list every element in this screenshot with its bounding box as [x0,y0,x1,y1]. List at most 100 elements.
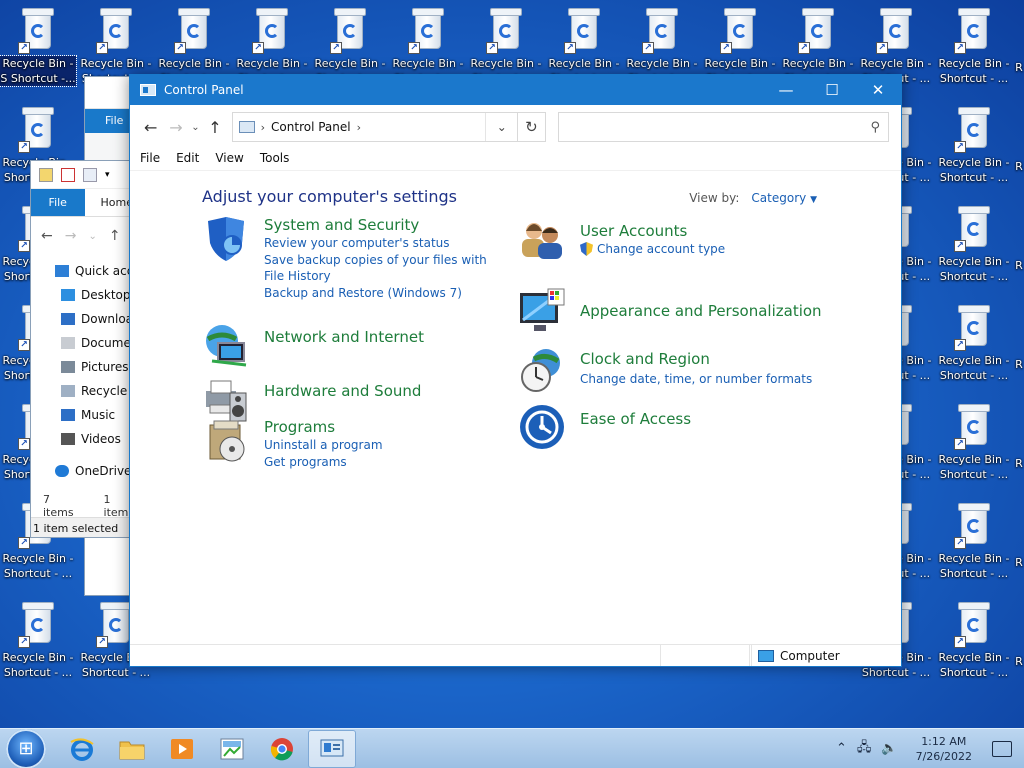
forward-button[interactable]: → [163,114,188,140]
recycle-bin-shortcut[interactable]: ↗ Recycle Bin -Shortcut - ... [0,594,76,690]
refresh-icon[interactable]: ↻ [518,112,546,142]
back-arrow-icon[interactable]: ← [41,228,53,244]
view-by-dropdown[interactable]: Category ▼ [751,191,817,205]
action-center-icon[interactable] [992,740,1012,757]
recycle-bin-shortcut[interactable]: ↗ Recycle Bin -Shortcut - ... [936,0,1012,96]
volume-icon[interactable]: 🔈 [881,741,897,756]
clock[interactable]: 1:12 AM 7/26/2022 [916,734,972,764]
ease-of-access-icon[interactable] [518,403,566,451]
category-title[interactable]: System and Security [264,215,494,235]
breadcrumb-chevron-icon[interactable]: › [357,121,361,134]
recent-dropdown-icon[interactable]: ⌄ [88,231,96,242]
internet-explorer-icon[interactable] [58,730,106,768]
nav-pane-item[interactable]: Music [31,403,133,427]
explorer-file-tab[interactable]: File [31,189,85,216]
uac-shield-icon [580,242,593,256]
recycle-bin-shortcut[interactable]: ↗ Recycle Bin -S Shortcut -... [0,0,77,96]
printer-speaker-icon[interactable] [202,375,250,423]
forward-arrow-icon[interactable]: → [65,228,77,244]
user-accounts-icon[interactable] [518,215,566,263]
explorer-back-file-tab[interactable]: File [85,109,131,133]
menu-view[interactable]: View [215,149,251,170]
change-account-type-link[interactable]: Change account type [597,241,725,257]
recycle-bin-icon: ↗ [564,8,602,54]
category-title[interactable]: Hardware and Sound [264,381,421,401]
new-folder-icon[interactable] [83,167,97,182]
recycle-bin-shortcut[interactable]: ↗ Recycle Bin -Shortcut - ... [936,99,1012,195]
nav-pane-item[interactable]: Downloads [31,307,133,331]
desktop-icon-truncated[interactable]: R [1014,594,1024,690]
minimize-icon[interactable]: — [763,75,809,105]
recent-locations-button[interactable]: ⌄ [189,114,203,140]
start-button[interactable] [6,728,46,768]
nav-pane-item[interactable]: Videos [31,427,133,451]
desktop-icon-label: Recycle Bin -Shortcut - ... [938,57,1010,85]
recycle-bin-shortcut[interactable]: ↗ Recycle Bin -Shortcut - ... [936,198,1012,294]
paint-icon[interactable] [208,730,256,768]
navigation-pane: Quick access Desktop Downloads Documents Pic… [31,255,133,483]
nav-pane-item[interactable]: Recycle Bin [31,379,133,403]
menu-file[interactable]: File [140,149,168,170]
close-icon[interactable]: ✕ [855,75,901,105]
backup-restore-link[interactable]: Backup and Restore (Windows 7) [264,285,494,301]
category-clock-and-region: Clock and Region Change date, time, or n… [518,347,812,395]
media-player-icon[interactable] [158,730,206,768]
recycle-bin-shortcut[interactable]: ↗ Recycle Bin -Shortcut - ... [936,297,1012,393]
network-globe-icon[interactable] [202,321,250,369]
change-date-time-link[interactable]: Change date, time, or number formats [580,371,812,387]
menu-edit[interactable]: Edit [176,149,207,170]
menu-tools[interactable]: Tools [260,149,298,170]
category-title[interactable]: Ease of Access [580,409,691,429]
nav-pane-item[interactable]: Pictures [31,355,133,379]
category-title[interactable]: User Accounts [580,221,725,241]
breadcrumb-control-panel[interactable]: Control Panel [271,120,351,134]
recycle-bin-icon: ↗ [252,8,290,54]
nav-pane-item-label: Downloads [81,312,133,326]
programs-disc-icon[interactable] [202,417,250,465]
category-title[interactable]: Programs [264,417,383,437]
customize-toolbar-icon[interactable]: ▾ [105,170,110,180]
explorer-home-tab[interactable]: Home [85,189,133,216]
desktop-icon-truncated[interactable]: R [1014,99,1024,195]
nav-pane-item[interactable]: OneDrive [31,459,133,483]
address-dropdown-icon[interactable]: ⌄ [485,113,517,141]
category-title[interactable]: Clock and Region [580,349,812,369]
desktop-icon-truncated[interactable]: R [1014,396,1024,492]
shield-icon[interactable] [202,215,250,263]
search-input[interactable]: ⚲ [557,112,889,142]
network-icon[interactable]: 🖧 [857,738,872,760]
up-button[interactable]: ↑ [202,114,227,140]
category-title[interactable]: Network and Internet [264,327,424,347]
clock-globe-icon[interactable] [518,347,566,395]
monitor-palette-icon[interactable] [518,287,566,335]
desktop-icon-truncated[interactable]: R [1014,495,1024,591]
category-title[interactable]: Appearance and Personalization [580,301,822,321]
nav-pane-item[interactable]: Quick access [31,259,133,283]
properties-icon[interactable] [61,167,75,182]
desktop-icon-truncated[interactable]: R [1014,198,1024,294]
uninstall-program-link[interactable]: Uninstall a program [264,437,383,453]
file-history-link[interactable]: Save backup copies of your files with Fi… [264,252,494,284]
recycle-bin-shortcut[interactable]: ↗ Recycle Bin -Shortcut - ... [936,495,1012,591]
back-button[interactable]: ← [138,114,163,140]
chrome-icon[interactable] [258,730,306,768]
breadcrumb-separator-icon[interactable]: › [261,121,265,134]
nav-pane-item[interactable]: Desktop [31,283,133,307]
recycle-bin-shortcut[interactable]: ↗ Recycle Bin -Shortcut - ... [936,396,1012,492]
desktop-icon-truncated[interactable]: R [1014,297,1024,393]
control-panel-window[interactable]: Control Panel — ☐ ✕ ← → ⌄ ↑ › Control Pa… [129,74,902,667]
up-arrow-icon[interactable]: ↑ [109,228,121,244]
get-programs-link[interactable]: Get programs [264,454,383,470]
star-icon [55,265,69,277]
recycle-bin-shortcut[interactable]: ↗ Recycle Bin -Shortcut - ... [936,594,1012,690]
review-status-link[interactable]: Review your computer's status [264,235,494,251]
file-explorer-icon[interactable] [108,730,156,768]
maximize-icon[interactable]: ☐ [809,75,855,105]
nav-pane-item[interactable]: Documents [31,331,133,355]
file-explorer-window[interactable]: ▾ File Home ← → ⌄ ↑ Quick access Desktop D… [30,160,134,538]
chevron-up-icon[interactable]: ⌃ [836,741,847,756]
desktop-icon-truncated[interactable]: R [1014,0,1024,96]
control-panel-taskbar-icon[interactable] [308,729,356,768]
control-panel-titlebar[interactable]: Control Panel — ☐ ✕ [130,75,901,105]
address-bar[interactable]: › Control Panel › ⌄ [231,112,519,142]
